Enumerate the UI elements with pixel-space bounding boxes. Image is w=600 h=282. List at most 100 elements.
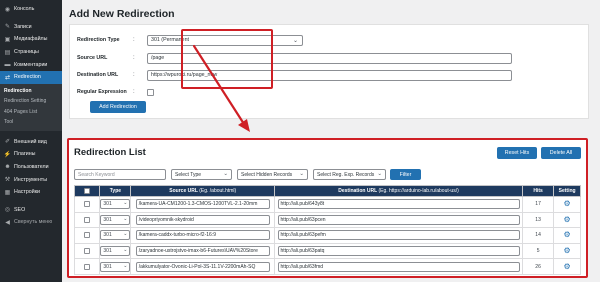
row-checkbox[interactable] bbox=[84, 232, 91, 239]
gear-icon[interactable]: ⚙ bbox=[564, 230, 571, 239]
sidebar-collapse-menu[interactable]: ◀ Свернуть меню bbox=[0, 216, 62, 229]
redirect-icon: ⇄ bbox=[4, 74, 11, 81]
select-hidden-records-dropdown[interactable]: Select Hidden Records ⌄ bbox=[237, 169, 308, 180]
type-column-header: Type bbox=[99, 185, 132, 197]
chevron-down-icon: ⌄ bbox=[123, 262, 128, 269]
row-type-select[interactable]: 301 ⌄ bbox=[100, 230, 131, 241]
table-header-row: Type Source URL (Eg. /about.html) Destin… bbox=[73, 185, 581, 197]
brush-icon: ✐ bbox=[4, 139, 11, 146]
row-checkbox[interactable] bbox=[84, 247, 91, 254]
regular-expression-checkbox[interactable] bbox=[147, 88, 154, 96]
gear-icon[interactable]: ⚙ bbox=[564, 215, 571, 224]
sidebar-item-console[interactable]: ◉ Консоль bbox=[0, 3, 62, 16]
submenu-redirection-setting[interactable]: Redirection Setting bbox=[0, 96, 62, 107]
sidebar-item-redirection[interactable]: ⇄ Redirection bbox=[0, 70, 62, 84]
redirection-table: Type Source URL (Eg. /about.html) Destin… bbox=[73, 185, 581, 275]
gear-icon[interactable]: ⚙ bbox=[564, 199, 571, 208]
chevron-down-icon: ⌄ bbox=[123, 215, 128, 222]
row-hits: 17 bbox=[521, 196, 555, 213]
table-row: 301 ⌄ /kamera-caddx-turbo-micro-f2-16:9 h… bbox=[73, 227, 581, 244]
destination-url-column-header: Destination URL (Eg. https://arduino-lab… bbox=[274, 185, 523, 197]
regular-expression-row: Regular Expression : bbox=[77, 86, 154, 98]
row-hits: 14 bbox=[521, 227, 555, 244]
media-icon: ▣ bbox=[4, 36, 11, 43]
redirection-type-label: Redirection Type bbox=[77, 37, 120, 43]
row-destination-url-input[interactable]: http://ali.pub/63fmd bbox=[277, 261, 520, 272]
row-source-url-input[interactable]: /akkumulyator-Ovonic-Li-Pol-3S-11.1V-220… bbox=[135, 261, 270, 272]
search-keyword-input[interactable]: Search Keyword bbox=[74, 169, 166, 180]
row-destination-url-input[interactable]: http://ali.pub/643y8t bbox=[277, 199, 520, 210]
pin-icon: ✎ bbox=[4, 24, 11, 31]
row-source-url-input[interactable]: /zaryadnoe-ustrojstvo-imax-b6-Futures\UA… bbox=[135, 246, 270, 257]
row-source-url-input[interactable]: /videopriyomnik-skydroid bbox=[135, 214, 270, 225]
chevron-down-icon: ⌄ bbox=[292, 37, 298, 44]
collapse-icon: ◀ bbox=[5, 219, 10, 226]
sidebar-item-posts[interactable]: ✎ Записи bbox=[0, 21, 62, 34]
select-type-dropdown[interactable]: Select Type ⌄ bbox=[171, 169, 232, 180]
page-title: Add New Redirection bbox=[69, 8, 175, 20]
table-row: 301 ⌄ /videopriyomnik-skydroid http://ali… bbox=[73, 211, 581, 229]
sidebar-item-plugins[interactable]: ⚡ Плагины bbox=[0, 148, 62, 161]
add-redirection-button[interactable]: Add Redirection bbox=[90, 101, 146, 113]
reset-hits-button[interactable]: Reset Hits bbox=[497, 147, 537, 159]
sidebar-item-seo[interactable]: ◎ SEO bbox=[0, 204, 62, 217]
submenu-redirection[interactable]: Redirection bbox=[0, 86, 62, 97]
users-icon: ☻ bbox=[4, 164, 11, 171]
destination-url-label: Destination URL bbox=[77, 72, 119, 78]
source-url-row: Source URL : /page bbox=[77, 52, 512, 64]
row-hits: 26 bbox=[521, 258, 555, 275]
sidebar-item-settings[interactable]: ▦ Настройки bbox=[0, 186, 62, 199]
chevron-down-icon: ⌄ bbox=[123, 200, 128, 207]
row-source-url-input[interactable]: /kamera-UA-CM1200-1.3-CMOS-1200TVL-2.1-2… bbox=[135, 199, 270, 210]
row-checkbox[interactable] bbox=[84, 216, 91, 223]
row-type-select[interactable]: 301 ⌄ bbox=[100, 199, 131, 210]
redirection-submenu: Redirection Redirection Setting 404 Page… bbox=[0, 83, 62, 131]
select-all-header bbox=[73, 185, 101, 197]
table-row: 301 ⌄ /kamera-UA-CM1200-1.3-CMOS-1200TVL-… bbox=[73, 196, 581, 213]
chevron-down-icon: ⌄ bbox=[123, 247, 128, 254]
plugin-icon: ⚡ bbox=[3, 151, 12, 158]
redirection-list-title: Redirection List bbox=[74, 147, 146, 158]
table-row: 301 ⌄ /akkumulyator-Ovonic-Li-Pol-3S-11.1… bbox=[73, 258, 581, 275]
add-redirection-form: Redirection Type : 301 (Permanent ⌄ Sour… bbox=[69, 24, 589, 119]
delete-all-button[interactable]: Delete All bbox=[541, 147, 581, 159]
sidebar-item-pages[interactable]: ▤ Страницы bbox=[0, 46, 62, 59]
gear-icon[interactable]: ⚙ bbox=[564, 246, 571, 255]
row-checkbox[interactable] bbox=[84, 201, 91, 208]
row-hits: 13 bbox=[521, 211, 555, 229]
sidebar-item-users[interactable]: ☻ Пользователи bbox=[0, 161, 62, 174]
row-type-select[interactable]: 301 ⌄ bbox=[100, 214, 131, 225]
sidebar-item-tools[interactable]: ⚒ Инструменты bbox=[0, 173, 62, 186]
submenu-404-pages-list[interactable]: 404 Pages List bbox=[0, 107, 62, 118]
hits-column-header: Hits bbox=[521, 185, 555, 197]
row-hits: 5 bbox=[521, 242, 555, 260]
row-destination-url-input[interactable]: http://ali.pub/63pefm bbox=[277, 230, 520, 241]
row-destination-url-input[interactable]: http://ali.pub/63patq bbox=[277, 246, 520, 257]
destination-url-row: Destination URL : https://wpuroki.ru/pag… bbox=[77, 69, 512, 81]
settings-icon: ▦ bbox=[4, 189, 11, 196]
chevron-down-icon: ⌄ bbox=[223, 171, 228, 177]
select-regexp-records-dropdown[interactable]: Select Reg. Exp. Records ⌄ bbox=[313, 169, 386, 180]
row-type-select[interactable]: 301 ⌄ bbox=[100, 261, 131, 272]
source-url-label: Source URL bbox=[77, 55, 108, 61]
table-row: 301 ⌄ /zaryadnoe-ustrojstvo-imax-b6-Futur… bbox=[73, 242, 581, 260]
filter-button[interactable]: Filter bbox=[390, 169, 421, 180]
wrench-icon: ⚒ bbox=[4, 177, 11, 184]
sidebar-item-appearance[interactable]: ✐ Внешний вид bbox=[0, 136, 62, 149]
comment-icon: ▬ bbox=[4, 61, 11, 68]
select-all-checkbox[interactable] bbox=[84, 187, 91, 194]
sidebar-item-comments[interactable]: ▬ Комментарии bbox=[0, 58, 62, 71]
seo-icon: ◎ bbox=[4, 207, 11, 214]
source-url-column-header: Source URL (Eg. /about.html) bbox=[130, 185, 276, 197]
row-type-select[interactable]: 301 ⌄ bbox=[100, 246, 131, 257]
gear-icon[interactable]: ⚙ bbox=[564, 262, 571, 271]
regular-expression-label: Regular Expression bbox=[77, 89, 127, 95]
submenu-tool[interactable]: Tool bbox=[0, 117, 62, 128]
chevron-down-icon: ⌄ bbox=[123, 231, 128, 238]
admin-sidebar: ◉ Консоль ✎ Записи ▣ Медиафайлы ▤ Страницы ▬… bbox=[0, 0, 62, 282]
sidebar-item-media[interactable]: ▣ Медиафайлы bbox=[0, 33, 62, 46]
row-source-url-input[interactable]: /kamera-caddx-turbo-micro-f2-16:9 bbox=[135, 230, 270, 241]
row-destination-url-input[interactable]: http://ali.pub/63pcen bbox=[277, 214, 520, 225]
chevron-down-icon: ⌄ bbox=[377, 171, 382, 177]
row-checkbox[interactable] bbox=[84, 263, 91, 270]
